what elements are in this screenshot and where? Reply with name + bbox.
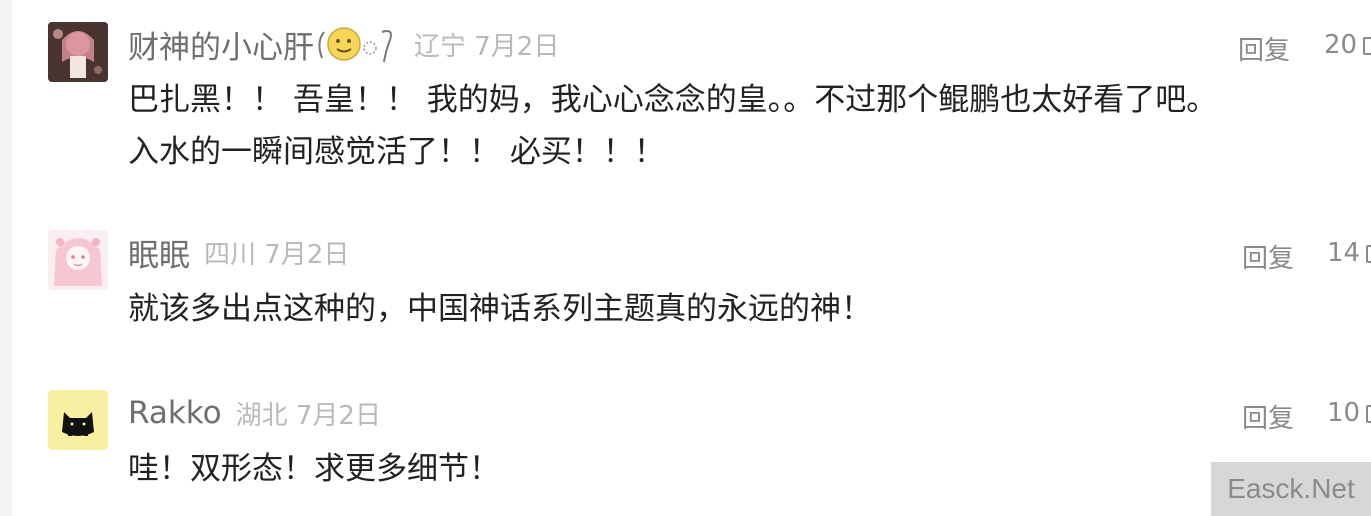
like-icon[interactable] (1366, 245, 1371, 263)
location-date: 湖北 7月2日 (235, 400, 381, 431)
like-icon[interactable] (1363, 37, 1371, 55)
reply-button[interactable]: 回复 (1242, 238, 1294, 275)
like-count-value: 20 (1324, 30, 1358, 60)
left-edge-strip (0, 0, 12, 516)
smiling-moon-emoji-icon (316, 22, 400, 66)
like-count[interactable]: 10 (1327, 398, 1371, 428)
comment-text-line: 巴扎黑！！ 吾皇！！ 我的妈，我心心念念的皇。。不过那个鲲鹏也太好看了吧。 (128, 82, 1218, 118)
like-count-value: 10 (1327, 398, 1361, 428)
comment-meta: 眠眠 四川 7月2日 (128, 230, 350, 275)
reply-button[interactable]: 回复 (1238, 30, 1290, 67)
username[interactable]: Rakko (128, 395, 222, 431)
username[interactable]: 财神的小心肝 (128, 22, 314, 67)
like-icon[interactable] (1366, 405, 1371, 423)
like-count-value: 14 (1327, 238, 1361, 268)
avatar[interactable] (48, 230, 108, 290)
avatar-pink-girl-icon (48, 230, 108, 290)
like-count[interactable]: 14 (1327, 238, 1371, 268)
comment-meta: 财神的小心肝 辽宁 7月2日 (128, 22, 560, 67)
comment-text-line: 入水的一瞬间感觉活了！！ 必买！！！ (128, 134, 665, 170)
comment-text: 巴扎黑！！ 吾皇！！ 我的妈，我心心念念的皇。。不过那个鲲鹏也太好看了吧。 入水… (128, 74, 1217, 178)
watermark: Easck.Net (1211, 462, 1371, 516)
location-date: 四川 7月2日 (204, 239, 350, 270)
comment-list-page: 财神的小心肝 辽宁 7月2日 回复 20 巴扎黑！！ 吾皇！！ 我的妈，我心心念… (0, 0, 1371, 516)
comment-text-line: 就该多出点这种的，中国神话系列主题真的永远的神！ (128, 291, 872, 327)
username[interactable]: 眠眠 (128, 230, 190, 275)
avatar[interactable] (48, 390, 108, 450)
location-date: 辽宁 7月2日 (414, 31, 560, 62)
avatar-black-cat-icon (48, 390, 108, 450)
comment-meta: Rakko 湖北 7月2日 (128, 393, 381, 433)
like-count[interactable]: 20 (1324, 30, 1371, 60)
comment-text: 哇！双形态！求更多细节！ (128, 443, 500, 495)
watermark-text: Easck.Net (1227, 473, 1355, 504)
comment-text-line: 哇！双形态！求更多细节！ (128, 451, 500, 487)
avatar-girl-icon (48, 22, 108, 82)
reply-button[interactable]: 回复 (1242, 398, 1294, 435)
comment-text: 就该多出点这种的，中国神话系列主题真的永远的神！ (128, 283, 872, 335)
avatar[interactable] (48, 22, 108, 82)
